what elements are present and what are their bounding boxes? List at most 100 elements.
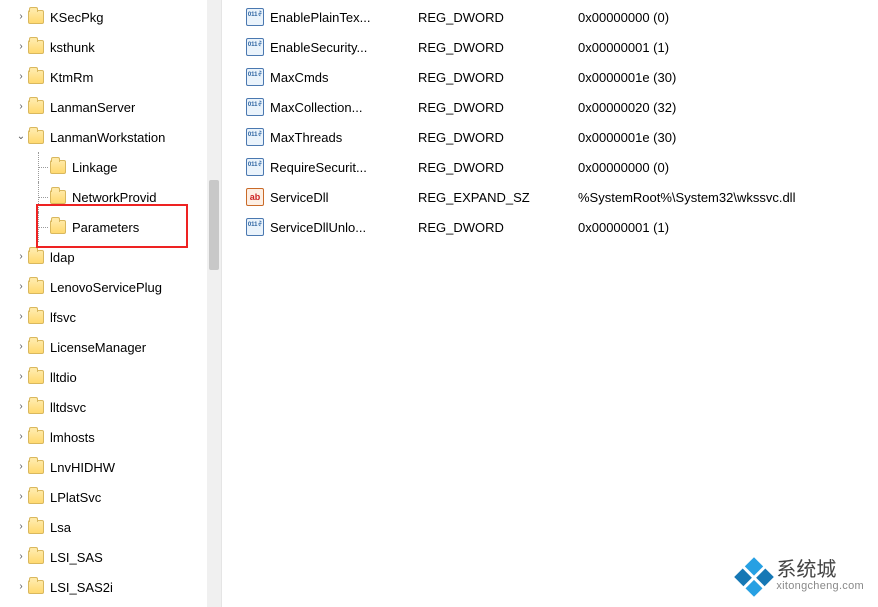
tree-item[interactable]: ›LicenseManager [0,332,221,362]
value-name: EnableSecurity... [270,40,418,55]
value-data: 0x00000000 (0) [578,160,878,175]
twisty-collapsed-icon[interactable]: › [14,272,28,302]
value-row[interactable]: ServiceDllREG_EXPAND_SZ%SystemRoot%\Syst… [246,182,878,212]
twisty-collapsed-icon[interactable]: › [14,422,28,452]
twisty-collapsed-icon[interactable]: › [14,602,28,607]
folder-icon [28,40,44,54]
twisty-collapsed-icon[interactable]: › [14,302,28,332]
tree-item[interactable]: › lmhosts [0,422,221,452]
twisty-collapsed-icon[interactable]: › [14,362,28,392]
twisty-collapsed-icon[interactable]: › [14,452,28,482]
twisty-collapsed-icon[interactable]: › [14,392,28,422]
value-row[interactable]: MaxCollection...REG_DWORD0x00000020 (32) [246,92,878,122]
twisty-collapsed-icon[interactable]: › [14,32,28,62]
twisty-collapsed-icon[interactable]: › [14,482,28,512]
folder-icon [28,520,44,534]
reg-dword-icon [246,98,264,116]
folder-icon [28,490,44,504]
scrollbar-thumb[interactable] [209,180,219,270]
value-type: REG_DWORD [418,40,578,55]
tree-item[interactable]: ⌄ LanmanWorkstation [0,122,221,152]
value-type: REG_EXPAND_SZ [418,190,578,205]
tree-connector [32,152,50,182]
folder-icon [28,280,44,294]
tree-item[interactable]: Linkage [0,152,221,182]
twisty-expanded-icon[interactable]: ⌄ [14,122,28,152]
value-data: 0x00000000 (0) [578,10,878,25]
tree-item[interactable]: ›LSI_SAS3i [0,602,221,607]
folder-icon [28,250,44,264]
tree-item[interactable]: ›lltdsvc [0,392,221,422]
reg-dword-icon [246,218,264,236]
tree-item[interactable]: › ldap [0,242,221,272]
value-name: ServiceDllUnlo... [270,220,418,235]
reg-dword-icon [246,158,264,176]
tree-label: ksthunk [50,40,95,55]
reg-dword-icon [246,38,264,56]
value-name: EnablePlainTex... [270,10,418,25]
tree-panel: ›KSecPkg›ksthunk›KtmRm›LanmanServer⌄Lanm… [0,0,222,607]
tree-item[interactable]: › LenovoServicePlug [0,272,221,302]
tree-item[interactable]: › LSI_SAS2i [0,572,221,602]
tree-item[interactable]: Parameters [0,212,221,242]
folder-icon [28,10,44,24]
tree-label: LanmanServer [50,100,135,115]
reg-dword-icon [246,8,264,26]
tree-label: LanmanWorkstation [50,130,165,145]
tree-item[interactable]: › LanmanServer [0,92,221,122]
tree-label: LnvHIDHW [50,460,115,475]
value-row[interactable]: RequireSecurit...REG_DWORD0x00000000 (0) [246,152,878,182]
tree-connector [32,182,50,212]
tree-label: LSI_SAS2i [50,580,113,595]
tree-item[interactable]: ›LSI_SAS [0,542,221,572]
reg-string-icon [246,188,264,206]
twisty-collapsed-icon[interactable]: › [14,512,28,542]
value-name: MaxCollection... [270,100,418,115]
tree-item[interactable]: NetworkProvid [0,182,221,212]
tree-item[interactable]: › KtmRm [0,62,221,92]
tree-item[interactable]: ›LPlatSvc [0,482,221,512]
value-type: REG_DWORD [418,220,578,235]
tree-item[interactable]: › LnvHIDHW [0,452,221,482]
tree-label: KtmRm [50,70,93,85]
tree-label: lltdio [50,370,77,385]
folder-icon [28,310,44,324]
tree-item[interactable]: ›lfsvc [0,302,221,332]
folder-icon [50,190,66,204]
tree-label: lmhosts [50,430,95,445]
folder-icon [50,220,66,234]
twisty-collapsed-icon[interactable]: › [14,242,28,272]
reg-dword-icon [246,68,264,86]
tree-item[interactable]: ›Lsa [0,512,221,542]
value-row[interactable]: EnableSecurity...REG_DWORD0x00000001 (1) [246,32,878,62]
value-row[interactable]: EnablePlainTex...REG_DWORD0x00000000 (0) [246,2,878,32]
tree-label: ldap [50,250,75,265]
folder-icon [28,130,44,144]
tree-view[interactable]: ›KSecPkg›ksthunk›KtmRm›LanmanServer⌄Lanm… [0,0,221,607]
folder-icon [28,460,44,474]
twisty-collapsed-icon[interactable]: › [14,542,28,572]
value-list[interactable]: EnablePlainTex...REG_DWORD0x00000000 (0)… [222,0,878,607]
twisty-collapsed-icon[interactable]: › [14,92,28,122]
value-type: REG_DWORD [418,130,578,145]
tree-item[interactable]: › lltdio [0,362,221,392]
value-row[interactable]: MaxCmdsREG_DWORD0x0000001e (30) [246,62,878,92]
value-row[interactable]: MaxThreadsREG_DWORD0x0000001e (30) [246,122,878,152]
twisty-collapsed-icon[interactable]: › [14,332,28,362]
twisty-collapsed-icon[interactable]: › [14,572,28,602]
tree-label: LenovoServicePlug [50,280,162,295]
value-data: 0x0000001e (30) [578,130,878,145]
reg-dword-icon [246,128,264,146]
folder-icon [50,160,66,174]
value-name: RequireSecurit... [270,160,418,175]
value-type: REG_DWORD [418,10,578,25]
tree-item[interactable]: › ksthunk [0,32,221,62]
regedit-window: ›KSecPkg›ksthunk›KtmRm›LanmanServer⌄Lanm… [0,0,878,607]
twisty-collapsed-icon[interactable]: › [14,62,28,92]
twisty-collapsed-icon[interactable]: › [14,2,28,32]
tree-item[interactable]: ›KSecPkg [0,2,221,32]
value-data: 0x00000020 (32) [578,100,878,115]
folder-icon [28,70,44,84]
value-row[interactable]: ServiceDllUnlo...REG_DWORD0x00000001 (1) [246,212,878,242]
tree-scrollbar[interactable] [207,0,221,607]
